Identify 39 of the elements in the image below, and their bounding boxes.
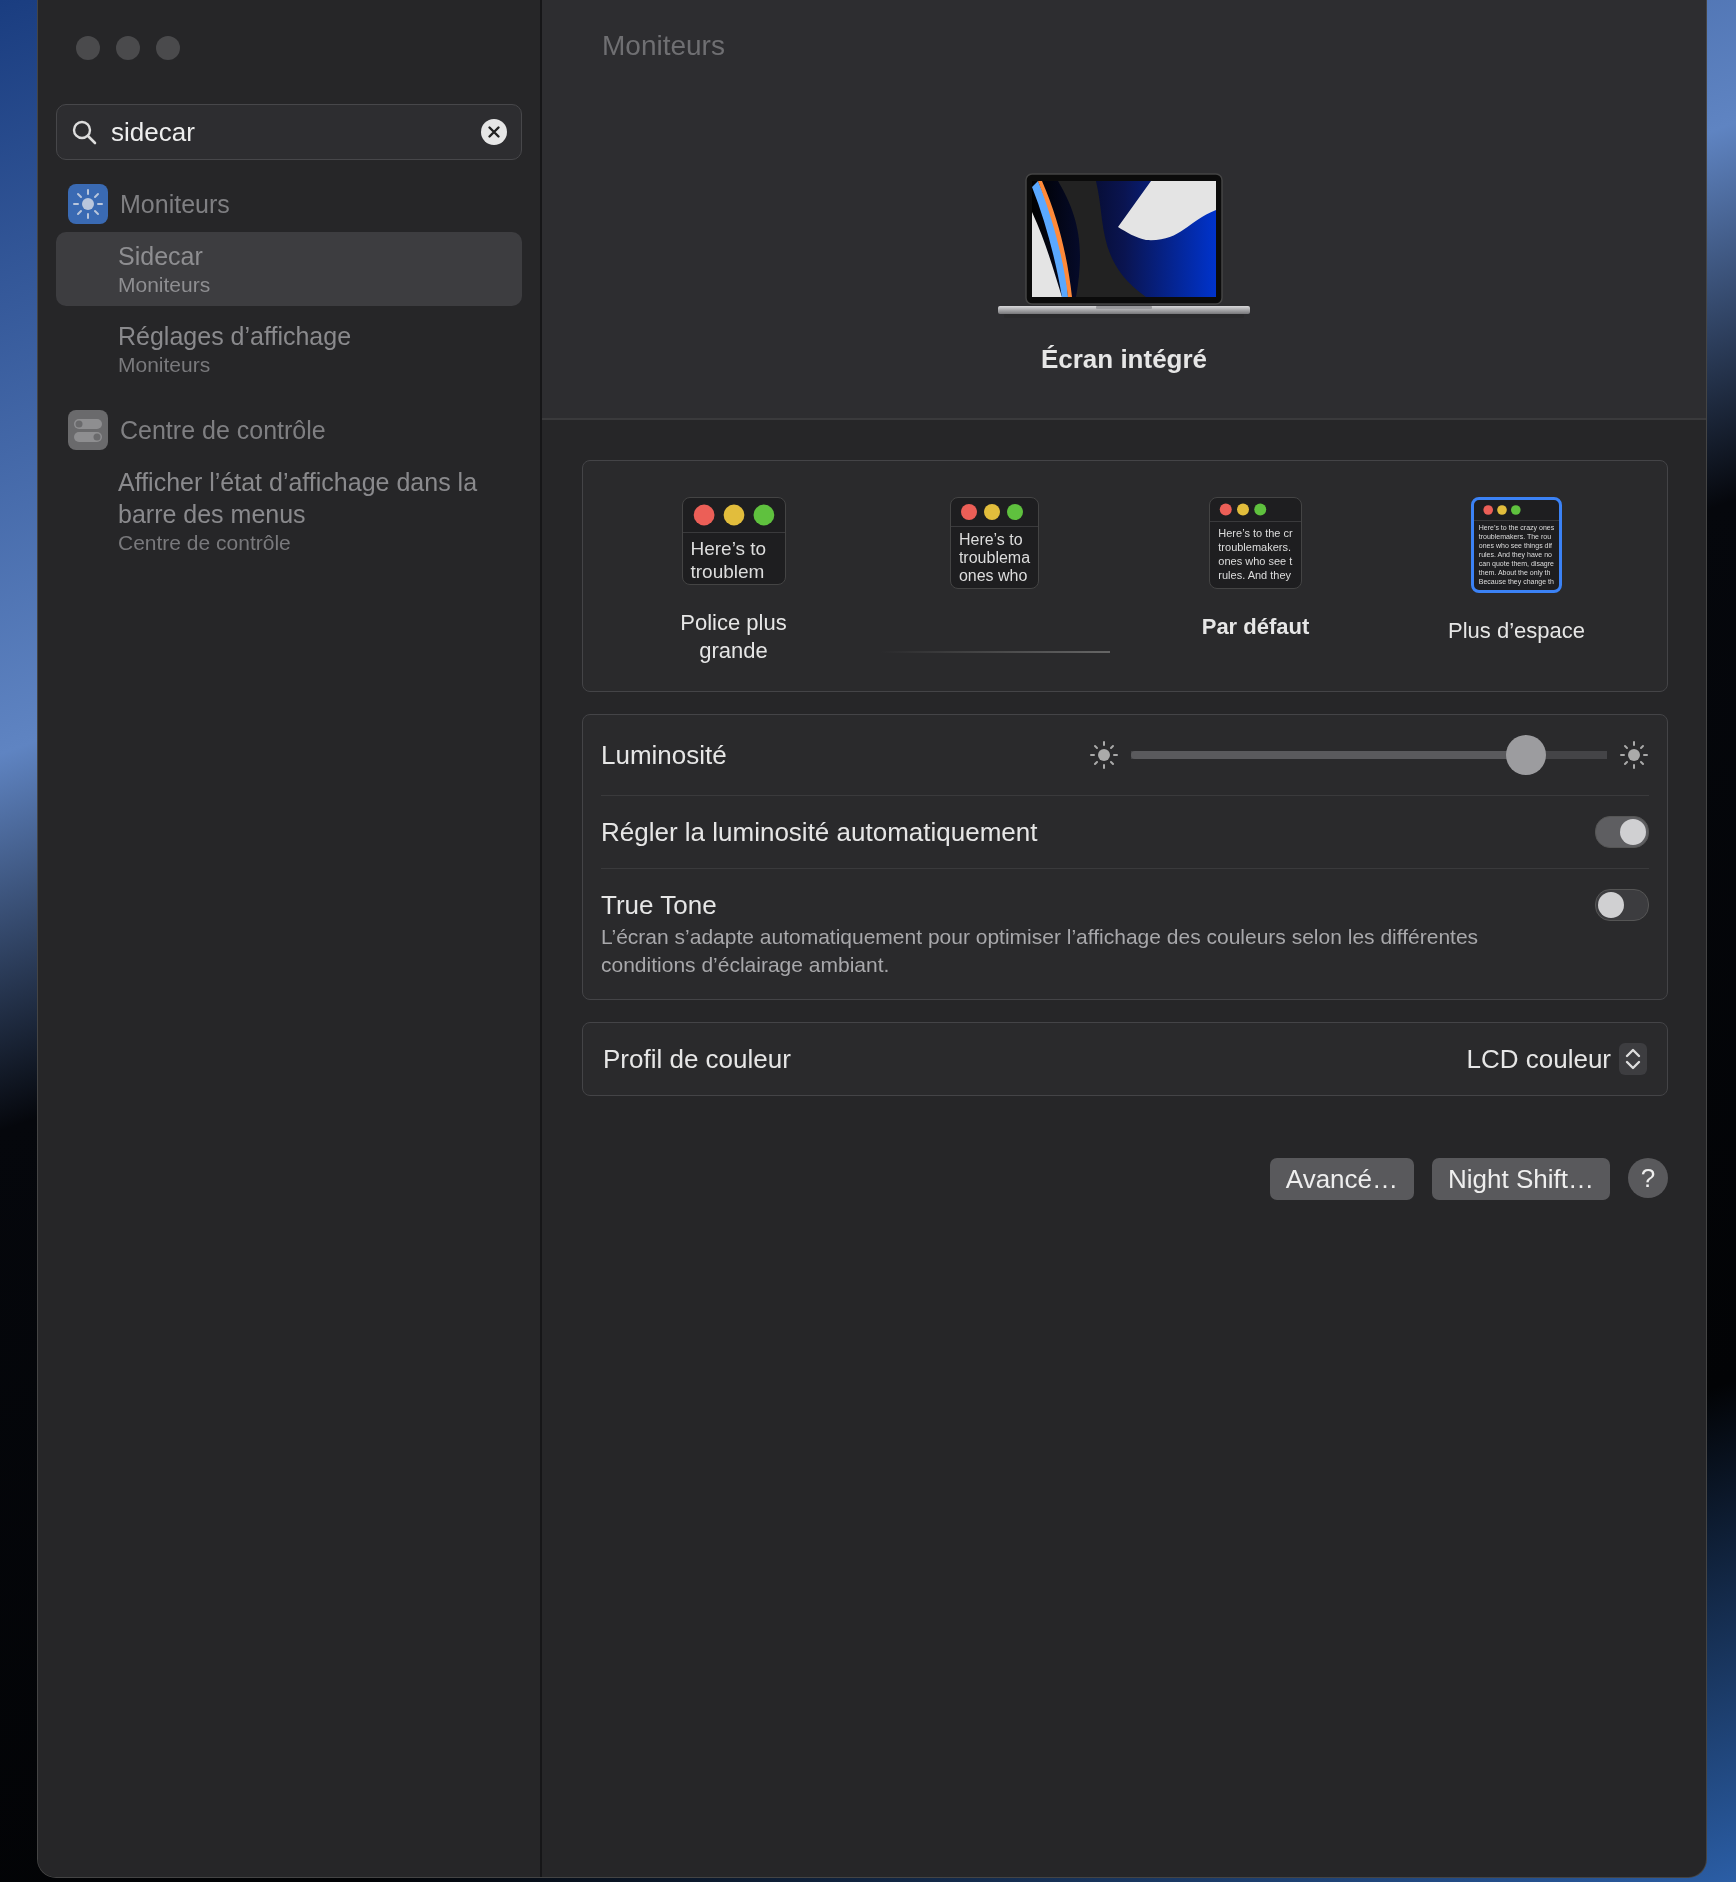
push-button[interactable]: Avancé… [1269,1158,1415,1200]
preview-text: Here’s to the cr troublemakers. ones who see t rules. And they [1217,526,1294,583]
toggles-icon [68,410,108,450]
setting-description: L’écran s’adapte automatiquement pour optimiser l’affichage des couleurs selon les différentes conditions d’éclairage ambiant. [601,924,1480,978]
preview-text: Here’s to troublema ones who [957,530,1032,586]
high-brightness-icon [1619,740,1649,770]
push-button[interactable]: Night Shift… [1432,1158,1610,1200]
search-icon [71,119,97,145]
sidebar-item[interactable]: Afficher l’état d’affichage dans la barre des menus Centre de contrôle [56,458,522,564]
window-controls-icon [958,502,1025,522]
toggle-switch[interactable] [1595,889,1649,921]
clear-icon [481,119,507,145]
setting-label: Régler la luminosité automatiquement [601,816,1039,848]
sidebar-section-title[interactable]: Moniteurs [120,189,230,219]
sidebar-item[interactable]: Sidecar Moniteurs [56,232,522,306]
help-button[interactable]: ? [1628,1158,1668,1198]
resolution-preview[interactable]: Here’s to troublem [681,497,786,585]
resolution-preview[interactable]: Here’s to troublema ones who [949,497,1040,589]
low-brightness-icon [1089,740,1119,770]
display-name: Écran intégré [1040,344,1208,375]
window-title: Moniteurs [602,30,725,62]
preview-text: Here’s to troublem [689,537,768,584]
popup-value[interactable]: LCD couleur [1466,1043,1611,1075]
sidebar-section-title[interactable]: Centre de contrôle [120,415,326,445]
resolution-preview[interactable]: Here’s to the cr troublemakers. ones who see t rules. And they [1209,497,1302,589]
setting-label: Profil de couleur [603,1043,791,1075]
brightness-icon [68,184,108,224]
slider-thumb[interactable] [1506,735,1547,775]
search-field[interactable]: sidecar [56,104,522,160]
toggle-switch[interactable] [1595,816,1649,848]
window-controls-icon [1218,502,1269,517]
updown-icon [1619,1043,1647,1075]
setting-label: Luminosité [601,739,728,771]
resolution-label: Par défaut [1201,613,1310,641]
sidebar-item[interactable]: Réglages d’affichage Moniteurs [56,312,522,386]
resolution-label: Police plus grande [679,609,788,665]
window-controls-icon [1481,504,1522,516]
resolution-label: Plus d’espace [1448,617,1585,645]
setting-label: True Tone [601,889,718,921]
